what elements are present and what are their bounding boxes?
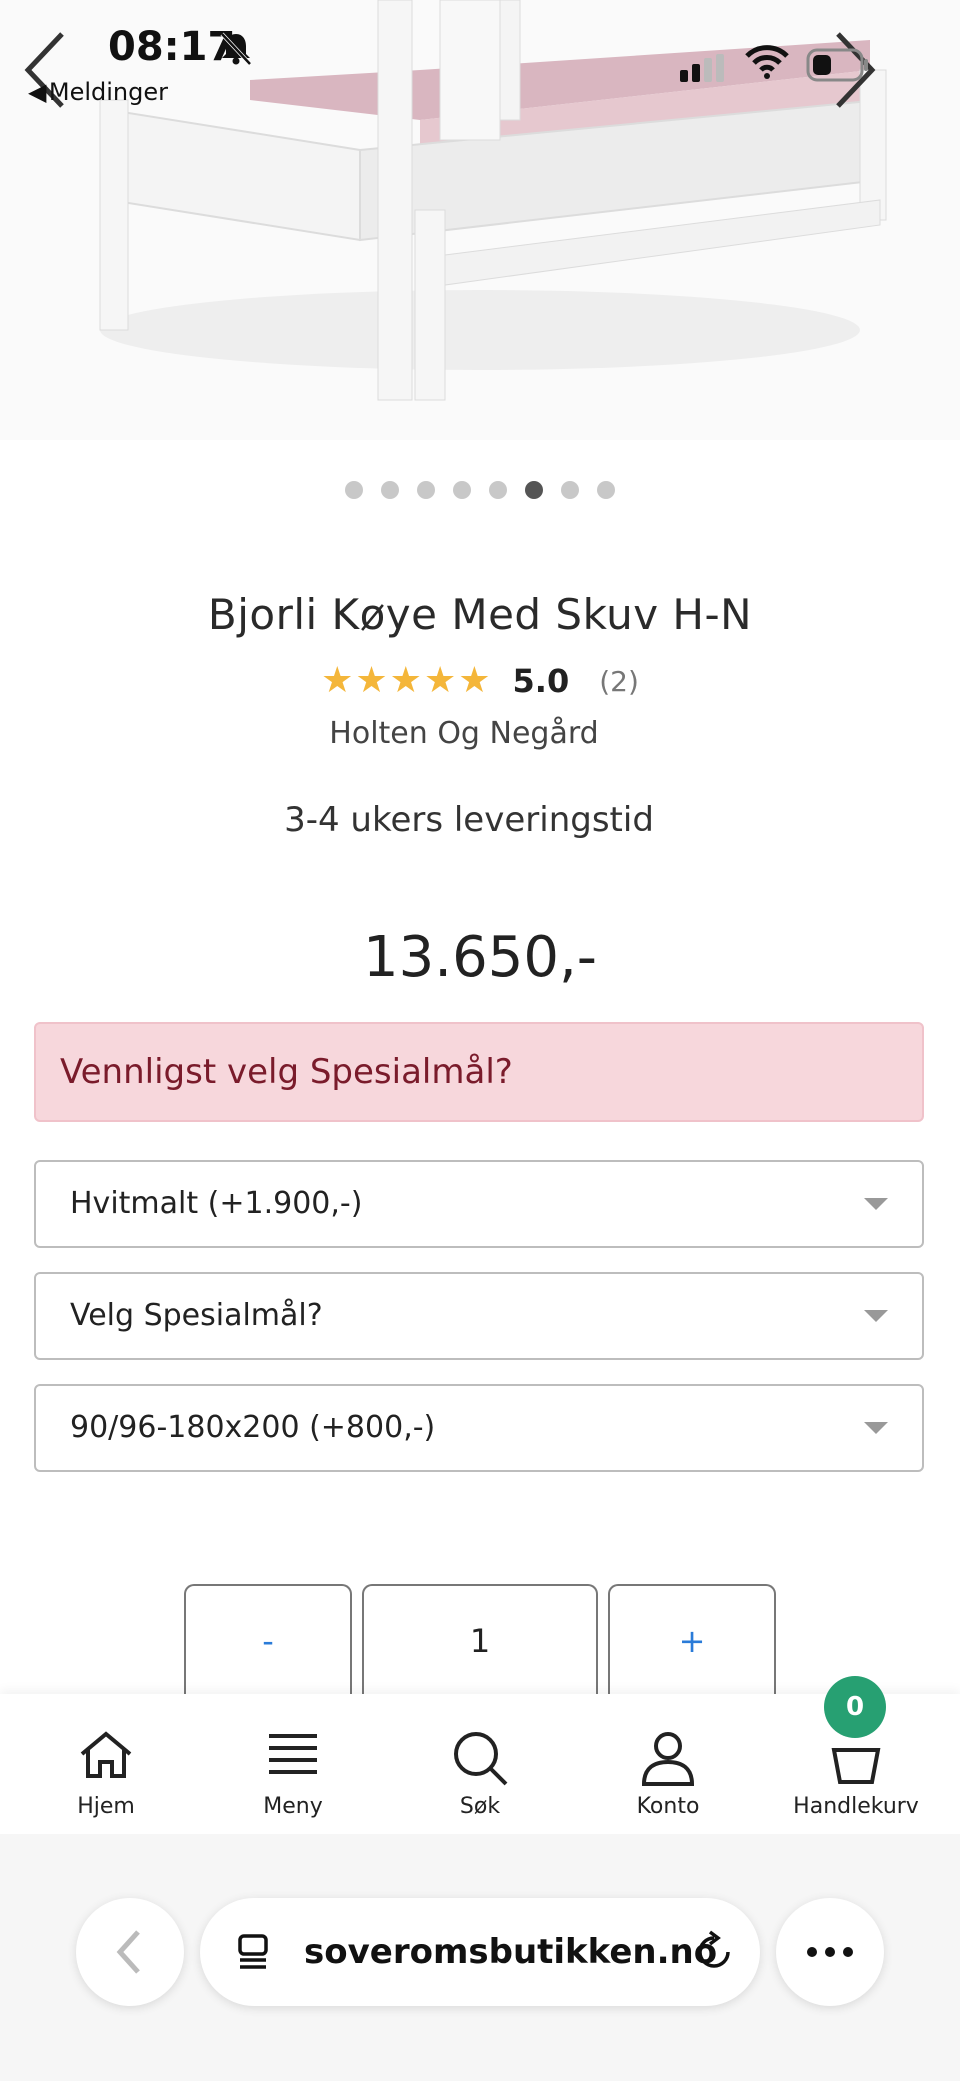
chevron-left-icon bbox=[116, 1930, 140, 1974]
browser-back-button[interactable] bbox=[76, 1898, 184, 2006]
carousel-dot[interactable] bbox=[489, 481, 507, 499]
color-select-value: Hvitmalt (+1.900,-) bbox=[70, 1186, 363, 1221]
quantity-decrease-button[interactable]: - bbox=[184, 1584, 352, 1694]
product-brand[interactable]: Holten Og Negård bbox=[0, 716, 928, 751]
carousel-dot[interactable] bbox=[345, 481, 363, 499]
url-text[interactable]: soveromsbutikken.no bbox=[304, 1898, 717, 2006]
product-rating[interactable]: ★ ★ ★ ★ ★ 5.0 (2) bbox=[0, 662, 960, 700]
color-select[interactable]: Hvitmalt (+1.900,-) bbox=[34, 1160, 924, 1248]
nav-basket-label: Handlekurv bbox=[793, 1794, 919, 1819]
star-icon: ★ bbox=[389, 660, 422, 701]
rating-count[interactable]: (2) bbox=[599, 665, 639, 698]
battery-icon bbox=[806, 48, 870, 86]
search-icon bbox=[454, 1732, 508, 1786]
size-select-value: 90/96-180x200 (+800,-) bbox=[70, 1410, 436, 1445]
address-bar[interactable]: soveromsbutikken.no bbox=[200, 1898, 760, 2006]
bell-muted-icon bbox=[218, 30, 254, 70]
carousel-dot[interactable] bbox=[453, 481, 471, 499]
rating-value: 5.0 bbox=[512, 662, 570, 700]
star-icon: ★ bbox=[423, 660, 457, 701]
back-to-app-link[interactable]: ◀ Meldinger bbox=[28, 78, 168, 106]
carousel-dot[interactable] bbox=[381, 481, 399, 499]
quantity-increase-button[interactable]: + bbox=[608, 1584, 776, 1694]
chevron-down-icon bbox=[864, 1198, 888, 1210]
star-icon: ★ bbox=[355, 660, 388, 701]
home-icon bbox=[80, 1731, 132, 1778]
quantity-input[interactable]: 1 bbox=[362, 1584, 598, 1694]
chevron-down-icon bbox=[864, 1422, 888, 1434]
special-size-select[interactable]: Velg Spesialmål? bbox=[34, 1272, 924, 1360]
bottom-navigation: Hjem Meny Søk Konto Handlekurv 0 bbox=[0, 1676, 960, 1834]
wifi-icon bbox=[744, 44, 790, 84]
special-size-select-value: Velg Spesialmål? bbox=[70, 1298, 323, 1333]
product-title: Bjorli Køye Med Skuv H-N bbox=[207, 590, 753, 639]
carousel-dot[interactable] bbox=[597, 481, 615, 499]
browser-more-button[interactable] bbox=[776, 1898, 884, 2006]
carousel-dot[interactable] bbox=[561, 481, 579, 499]
account-icon bbox=[641, 1732, 695, 1786]
validation-alert: Vennligst velg Spesialmål? bbox=[34, 1022, 924, 1122]
delivery-time: 3-4 ukers leveringstid bbox=[284, 800, 654, 840]
nav-home-label: Hjem bbox=[77, 1794, 135, 1819]
carousel-dot-active[interactable] bbox=[525, 481, 543, 499]
nav-account-label: Konto bbox=[636, 1794, 700, 1819]
star-icon: ★ bbox=[321, 660, 354, 701]
star-icon: ★ bbox=[458, 660, 491, 701]
reload-icon[interactable] bbox=[692, 1930, 736, 1974]
product-price: 13.650,- bbox=[363, 925, 597, 990]
more-icon bbox=[807, 1947, 853, 1957]
carousel-dot[interactable] bbox=[417, 481, 435, 499]
signal-icon bbox=[678, 54, 724, 88]
rating-stars: ★ ★ ★ ★ ★ bbox=[321, 663, 490, 699]
size-select[interactable]: 90/96-180x200 (+800,-) bbox=[34, 1384, 924, 1472]
carousel-dots[interactable] bbox=[0, 481, 960, 499]
basket-icon bbox=[831, 1748, 881, 1784]
status-time: 08:17 bbox=[108, 24, 236, 70]
nav-search-label: Søk bbox=[459, 1794, 501, 1819]
menu-icon bbox=[269, 1734, 317, 1774]
cart-count-badge: 0 bbox=[824, 1676, 886, 1738]
back-app-label: Meldinger bbox=[48, 78, 168, 106]
chevron-down-icon bbox=[864, 1310, 888, 1322]
page-menu-icon[interactable] bbox=[234, 1932, 274, 1972]
nav-menu-label: Meny bbox=[263, 1794, 323, 1819]
